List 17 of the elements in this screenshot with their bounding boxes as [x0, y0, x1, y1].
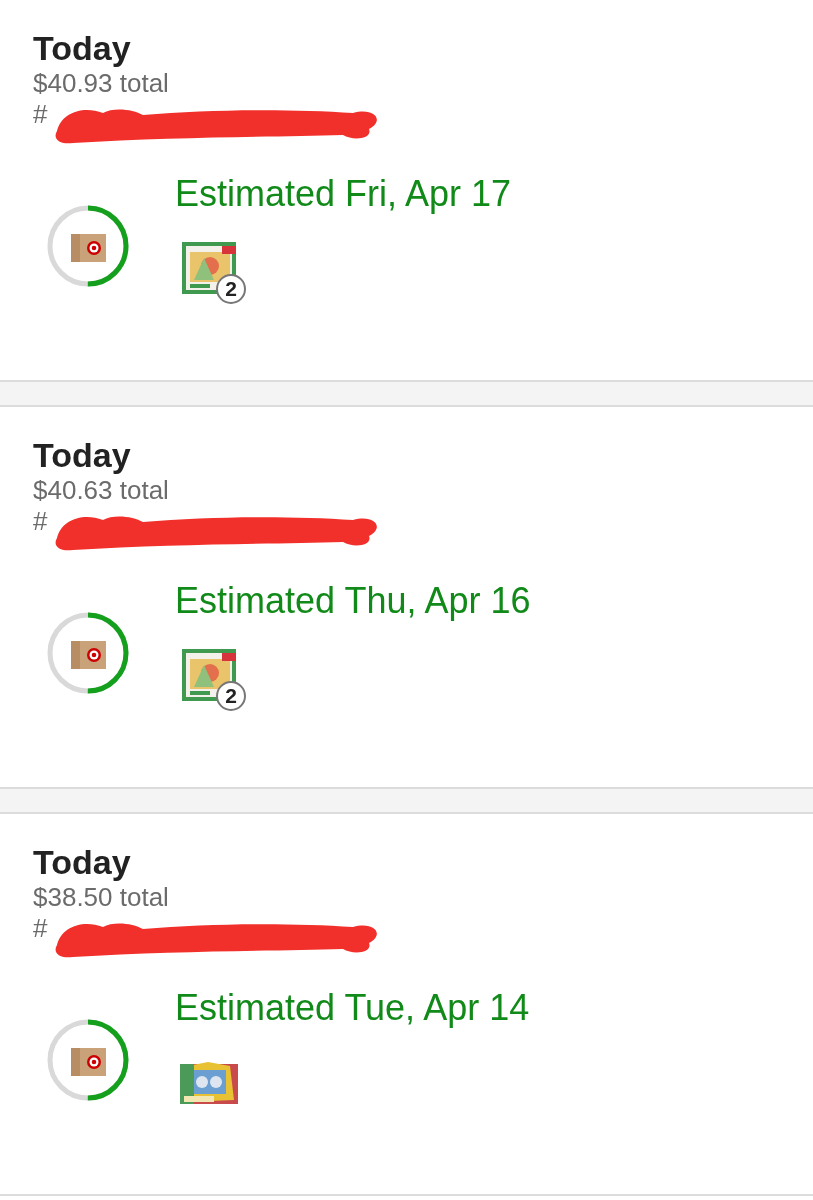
- order-number: #: [33, 506, 48, 536]
- order-date: Today: [33, 435, 132, 475]
- quantity-badge: 2: [216, 274, 246, 304]
- quantity-badge: 2: [216, 681, 246, 711]
- estimated-delivery: Estimated Tue, Apr 14: [175, 988, 530, 1028]
- package-icon: [71, 1048, 106, 1076]
- order-date: Today: [33, 28, 132, 68]
- estimated-delivery: Estimated Fri, Apr 17: [175, 174, 512, 214]
- package-icon: [71, 234, 106, 262]
- order-total: $38.50 total: [33, 882, 170, 913]
- order-total: $40.63 total: [33, 475, 170, 506]
- estimated-delivery: Estimated Thu, Apr 16: [175, 581, 531, 621]
- order-total: $40.93 total: [33, 68, 170, 99]
- order-date: Today: [33, 842, 132, 882]
- package-icon: [71, 641, 106, 669]
- order-number: #: [33, 913, 48, 943]
- order-number: #: [33, 99, 48, 129]
